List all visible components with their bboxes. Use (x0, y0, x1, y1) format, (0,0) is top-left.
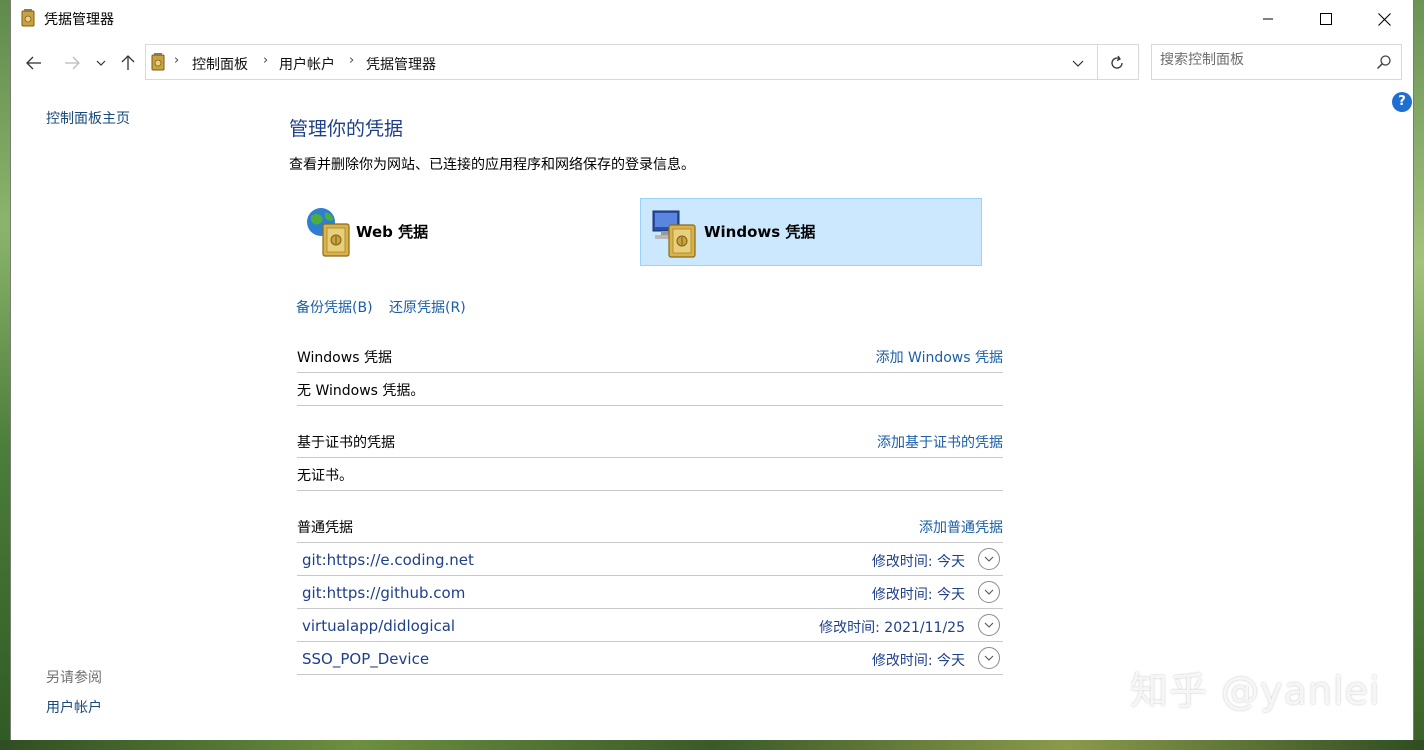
chevron-down-icon (984, 655, 994, 661)
close-button[interactable] (1355, 0, 1413, 38)
address-bar[interactable]: › 控制面板 › 用户帐户 › 凭据管理器 (145, 44, 1139, 80)
credential-modified-time: 修改时间: 今天 (872, 551, 965, 571)
credential-modified-time: 修改时间: 2021/11/25 (819, 617, 965, 637)
desktop-wallpaper-left (0, 0, 10, 750)
navigation-bar: › 控制面板 › 用户帐户 › 凭据管理器 (11, 38, 1413, 88)
web-credentials-label: Web 凭据 (356, 221, 428, 242)
title-bar[interactable]: 凭据管理器 (11, 0, 1413, 38)
divider (297, 457, 1003, 458)
search-box[interactable] (1151, 44, 1402, 80)
credential-modified-time: 修改时间: 今天 (872, 584, 965, 604)
chevron-down-icon (1072, 60, 1084, 67)
breadcrumb-control-panel[interactable]: 控制面板 (192, 54, 248, 74)
expand-button[interactable] (978, 581, 1000, 603)
restore-credentials-link[interactable]: 还原凭据(R) (389, 297, 466, 317)
web-credentials-icon (305, 206, 355, 258)
arrow-left-icon (26, 56, 42, 70)
arrow-right-icon (64, 56, 80, 70)
refresh-button[interactable] (1104, 51, 1130, 75)
close-icon (1378, 13, 1391, 26)
windows-credentials-label: Windows 凭据 (704, 221, 815, 242)
credential-name[interactable]: git:https://e.coding.net (302, 551, 474, 569)
breadcrumb-user-accounts[interactable]: 用户帐户 (279, 54, 335, 74)
certificate-credentials-section-title: 基于证书的凭据 (297, 432, 395, 452)
web-credentials-tab[interactable]: Web 凭据 (295, 198, 637, 266)
desktop-wallpaper-bottom (0, 740, 1424, 750)
chevron-right-icon[interactable]: › (349, 53, 354, 68)
minimize-icon (1262, 13, 1274, 25)
chevron-down-icon (96, 60, 106, 66)
up-button[interactable] (115, 50, 141, 76)
expand-button[interactable] (978, 548, 1000, 570)
divider (1097, 45, 1098, 79)
address-history-dropdown[interactable] (1066, 51, 1090, 75)
credential-row[interactable]: git:https://e.coding.net 修改时间: 今天 (297, 543, 1003, 576)
refresh-icon (1109, 55, 1125, 71)
divider (297, 490, 1003, 491)
credential-name[interactable]: SSO_POP_Device (302, 650, 429, 668)
expand-button[interactable] (978, 647, 1000, 669)
credential-row[interactable]: git:https://github.com 修改时间: 今天 (297, 576, 1003, 609)
back-button[interactable] (21, 50, 47, 76)
see-also-label: 另请参阅 (46, 667, 102, 687)
search-icon[interactable] (1376, 54, 1392, 70)
watermark: 知乎 @yanlei (1130, 660, 1380, 715)
divider (297, 674, 1003, 675)
divider (297, 405, 1003, 406)
user-accounts-link[interactable]: 用户帐户 (46, 697, 102, 717)
chevron-down-icon (984, 589, 994, 595)
chevron-down-icon (984, 556, 994, 562)
page-title: 管理你的凭据 (289, 114, 403, 141)
certificate-credentials-empty-text: 无证书。 (297, 465, 353, 485)
backup-credentials-link[interactable]: 备份凭据(B) (296, 297, 373, 317)
recent-locations-button[interactable] (91, 50, 111, 76)
windows-credentials-empty-text: 无 Windows 凭据。 (297, 380, 424, 400)
credential-row[interactable]: virtualapp/didlogical 修改时间: 2021/11/25 (297, 609, 1003, 642)
search-input[interactable] (1160, 52, 1360, 68)
divider (297, 372, 1003, 373)
expand-button[interactable] (978, 614, 1000, 636)
maximize-icon (1320, 13, 1332, 25)
chevron-right-icon[interactable]: › (263, 53, 268, 68)
windows-credentials-tab[interactable]: Windows 凭据 (640, 198, 982, 266)
desktop-wallpaper-right (1414, 0, 1424, 750)
maximize-button[interactable] (1297, 0, 1355, 38)
breadcrumb-credential-manager[interactable]: 凭据管理器 (366, 54, 436, 74)
help-icon[interactable]: ? (1392, 92, 1412, 112)
add-generic-credential-link[interactable]: 添加普通凭据 (919, 517, 1003, 537)
windows-credentials-section-title: Windows 凭据 (297, 347, 392, 367)
minimize-button[interactable] (1239, 0, 1297, 38)
generic-credentials-section-title: 普通凭据 (297, 517, 353, 537)
credential-manager-icon (151, 53, 165, 71)
credential-manager-window: 凭据管理器 › 控制面板 (10, 0, 1414, 740)
window-title: 凭据管理器 (44, 9, 114, 29)
credential-row[interactable]: SSO_POP_Device 修改时间: 今天 (297, 642, 1003, 675)
credential-modified-time: 修改时间: 今天 (872, 650, 965, 670)
credential-manager-icon (21, 9, 35, 27)
credential-name[interactable]: git:https://github.com (302, 584, 465, 602)
credential-name[interactable]: virtualapp/didlogical (302, 617, 455, 635)
windows-credentials-icon (651, 207, 701, 259)
add-windows-credential-link[interactable]: 添加 Windows 凭据 (876, 347, 1003, 367)
control-panel-home-link[interactable]: 控制面板主页 (46, 108, 130, 128)
chevron-down-icon (984, 622, 994, 628)
page-description: 查看并删除你为网站、已连接的应用程序和网络保存的登录信息。 (289, 154, 695, 174)
chevron-right-icon[interactable]: › (174, 53, 179, 68)
arrow-up-icon (121, 55, 135, 71)
forward-button[interactable] (59, 50, 85, 76)
add-certificate-credential-link[interactable]: 添加基于证书的凭据 (877, 432, 1003, 452)
